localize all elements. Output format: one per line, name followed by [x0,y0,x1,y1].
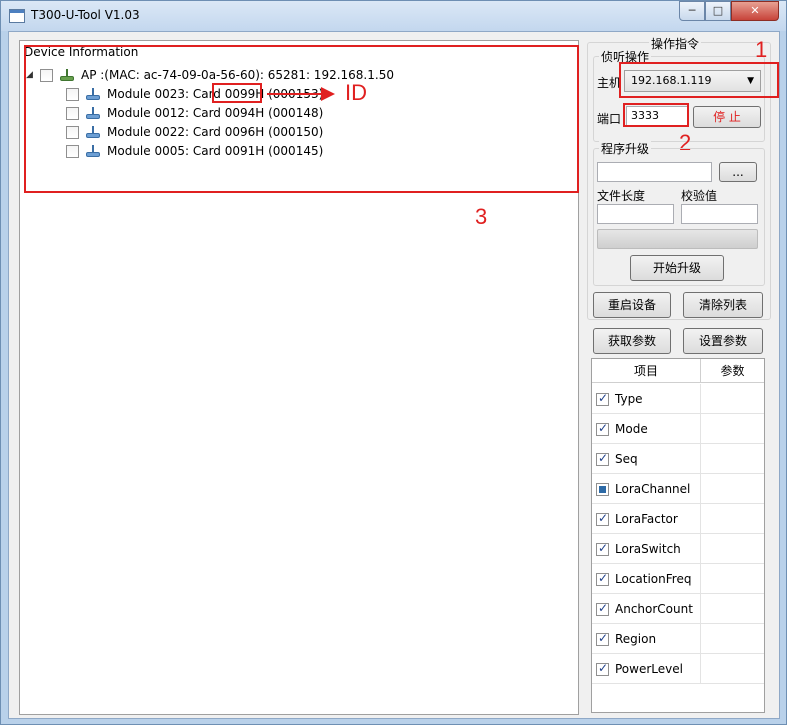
annotation-arrow-line [267,93,323,95]
stop-button[interactable]: 停 止 [693,106,761,128]
table-row[interactable]: LoraSwitch [592,534,764,564]
param-name-label: LoraChannel [615,482,691,496]
param-name-cell[interactable]: AnchorCount [592,594,701,624]
param-name-cell[interactable]: PowerLevel [592,654,701,684]
upgrade-progress-bar [597,229,758,249]
param-name-label: AnchorCount [615,602,693,616]
param-name-label: LoraFactor [615,512,678,526]
start-upgrade-button[interactable]: 开始升级 [630,255,724,281]
column-header-param[interactable]: 参数 [701,359,764,383]
checksum-input[interactable] [681,204,758,224]
param-checkbox[interactable] [596,482,609,496]
annotation-label-id: ID [345,80,367,105]
file-length-input[interactable] [597,204,674,224]
restart-device-button[interactable]: 重启设备 [593,292,671,318]
param-name-label: LoraSwitch [615,542,681,556]
client-area: Device Information ◢ AP :(MAC: ac-74-09-… [8,31,780,719]
param-checkbox[interactable] [596,391,609,406]
host-label: 主机 [597,76,622,90]
param-name-cell[interactable]: LoraSwitch [592,534,701,564]
param-checkbox[interactable] [596,571,609,586]
param-name-label: LocationFreq [615,572,692,586]
param-checkbox[interactable] [596,511,609,526]
get-params-button[interactable]: 获取参数 [593,328,671,354]
param-checkbox[interactable] [596,661,609,676]
annotation-number-3: 3 [475,204,488,229]
param-name-cell[interactable]: Region [592,624,701,654]
minimize-button[interactable]: ─ [679,1,705,21]
table-row[interactable]: LocationFreq [592,564,764,594]
param-name-cell[interactable]: LocationFreq [592,564,701,594]
upgrade-group-title: 程序升级 [599,140,652,157]
window-title: T300-U-Tool V1.03 [31,8,140,22]
param-name-cell[interactable]: LoraFactor [592,504,701,534]
table-row[interactable]: LoraChannel [592,474,764,504]
param-name-cell[interactable]: Type [592,384,701,414]
app-icon [9,9,25,23]
param-checkbox[interactable] [596,451,609,466]
port-label: 端口 [597,112,622,126]
table-row[interactable]: LoraFactor [592,504,764,534]
table-row[interactable]: Region [592,624,764,654]
param-name-cell[interactable]: Seq [592,444,701,474]
param-checkbox[interactable] [596,601,609,616]
param-checkbox[interactable] [596,631,609,646]
browse-button[interactable]: ... [719,162,757,182]
param-name-label: Region [615,632,657,646]
maximize-button[interactable]: □ [705,1,731,21]
commands-group-title: 操作指令 [649,35,702,52]
column-header-item[interactable]: 项目 [592,359,701,383]
annotation-box-3 [24,45,579,193]
param-name-label: Mode [615,422,648,436]
param-name-label: Seq [615,452,638,466]
set-params-button[interactable]: 设置参数 [683,328,763,354]
param-checkbox[interactable] [596,541,609,556]
annotation-box-id [212,83,262,103]
table-row[interactable]: Seq [592,444,764,474]
title-bar[interactable]: T300-U-Tool V1.03 ─ □ ✕ [1,1,786,31]
table-row[interactable]: AnchorCount [592,594,764,624]
table-row[interactable]: Type [592,384,764,414]
param-checkbox[interactable] [596,421,609,436]
checksum-label: 校验值 [681,189,718,203]
param-name-cell[interactable]: Mode [592,414,701,444]
param-name-label: PowerLevel [615,662,683,676]
annotation-number-1: 1 [755,37,768,62]
annotation-box-2 [623,103,689,127]
param-name-cell[interactable]: LoraChannel [592,474,701,504]
file-length-label: 文件长度 [597,189,646,203]
table-row[interactable]: Mode [592,414,764,444]
upgrade-file-input[interactable] [597,162,712,182]
annotation-box-1 [619,62,779,98]
annotation-arrow-head [321,87,335,101]
app-window: T300-U-Tool V1.03 ─ □ ✕ Device Informati… [0,0,787,725]
param-table-header: 项目 参数 [592,359,764,383]
clear-list-button[interactable]: 清除列表 [683,292,763,318]
close-button[interactable]: ✕ [731,1,779,21]
param-name-label: Type [615,392,643,406]
table-row[interactable]: PowerLevel [592,654,764,684]
param-table[interactable]: 项目 参数 Type Mode Seq LoraChannel LoraFactor Lo… [591,358,765,713]
